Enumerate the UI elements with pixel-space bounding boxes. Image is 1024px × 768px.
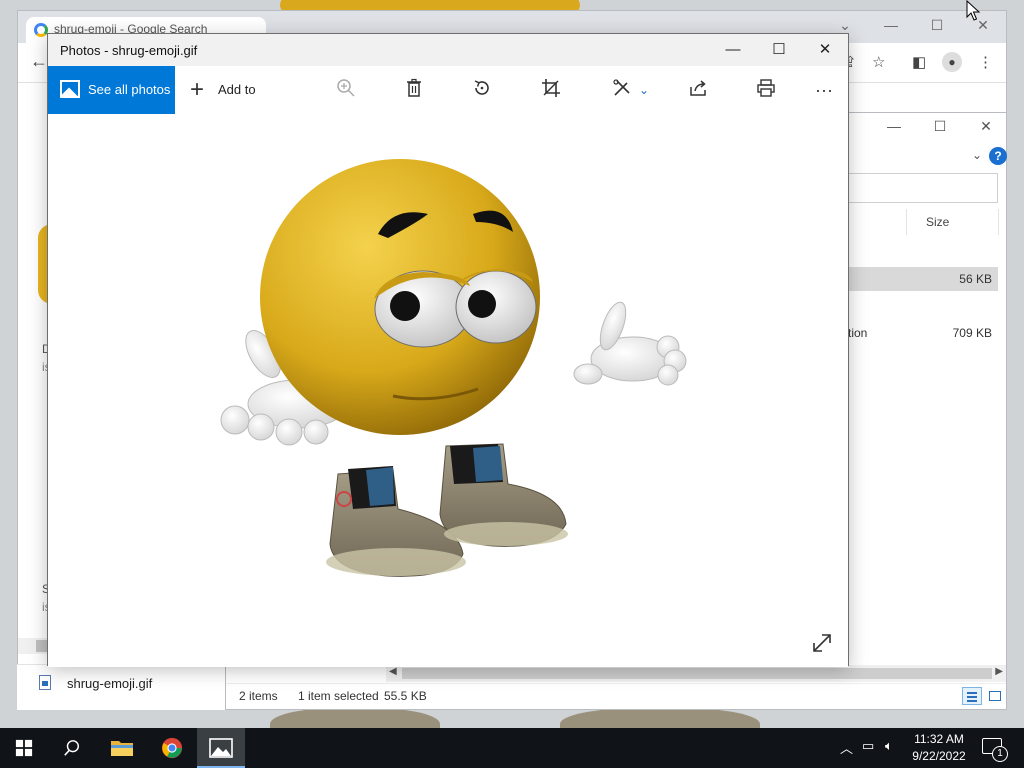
network-icon[interactable]: ▭ bbox=[862, 738, 874, 754]
zoom-in-icon[interactable] bbox=[333, 78, 359, 102]
print-icon[interactable] bbox=[753, 78, 779, 102]
scrollbar-thumb[interactable] bbox=[402, 668, 992, 679]
file-explorer-icon bbox=[111, 741, 133, 756]
bookmark-star-icon[interactable]: ☆ bbox=[872, 53, 885, 71]
delete-trash-icon[interactable] bbox=[401, 78, 427, 102]
scroll-right-icon[interactable]: ▶ bbox=[995, 666, 1003, 677]
see-all-photos-button[interactable]: See all photos bbox=[48, 66, 175, 114]
explorer-maximize-button[interactable]: ☐ bbox=[920, 118, 960, 138]
file-type: tion bbox=[848, 326, 868, 340]
explorer-status-bar: 2 items 1 item selected 55.5 KB bbox=[226, 683, 1006, 709]
search-icon bbox=[64, 740, 80, 756]
file-row-selected[interactable]: 56 KB bbox=[848, 267, 998, 291]
crop-icon[interactable] bbox=[538, 78, 564, 102]
column-separator bbox=[906, 209, 907, 235]
file-row[interactable]: tion 709 KB bbox=[848, 323, 998, 347]
more-options-icon[interactable]: ··· bbox=[811, 78, 837, 102]
explorer-horizontal-scrollbar[interactable]: ◀ ▶ bbox=[386, 665, 1006, 682]
show-hidden-icons-chevron-icon[interactable]: ︿ bbox=[840, 738, 853, 757]
chrome-taskbar-button[interactable] bbox=[148, 728, 196, 768]
notification-count-badge: 1 bbox=[992, 746, 1008, 762]
add-to-button[interactable]: + Add to bbox=[186, 66, 256, 114]
explorer-close-button[interactable]: ✕ bbox=[966, 118, 1006, 138]
explorer-search-input[interactable] bbox=[848, 173, 998, 203]
chrome-icon bbox=[161, 737, 183, 759]
back-button[interactable]: ← bbox=[30, 51, 48, 72]
nav-file-name: shrug-emoji.gif bbox=[67, 676, 153, 691]
start-button[interactable] bbox=[0, 728, 48, 768]
photos-window-title: Photos - shrug-emoji.gif bbox=[60, 43, 198, 58]
chrome-minimize-button[interactable]: — bbox=[876, 17, 906, 37]
ribbon-expand-chevron-icon[interactable]: ⌄ bbox=[972, 148, 982, 162]
photos-titlebar: Photos - shrug-emoji.gif — ☐ ✕ bbox=[48, 34, 848, 66]
profile-avatar-icon[interactable]: ● bbox=[942, 52, 962, 72]
side-panel-icon[interactable]: ◧ bbox=[912, 53, 926, 71]
add-to-label: Add to bbox=[218, 82, 256, 97]
size-column-header[interactable]: Size bbox=[926, 215, 949, 229]
plus-icon: + bbox=[190, 76, 205, 103]
google-icon bbox=[34, 23, 48, 37]
chrome-maximize-button[interactable]: ☐ bbox=[922, 17, 952, 37]
large-icons-view-button[interactable] bbox=[984, 687, 1004, 705]
right-shoe bbox=[439, 443, 568, 547]
windows-icon bbox=[15, 739, 33, 757]
status-selected-size: 55.5 KB bbox=[384, 689, 427, 703]
file-size: 709 KB bbox=[952, 326, 992, 340]
right-glove bbox=[573, 301, 687, 386]
full-screen-icon[interactable] bbox=[810, 631, 834, 655]
photos-icon bbox=[209, 738, 233, 758]
search-button[interactable] bbox=[48, 728, 96, 768]
taskbar: ︿ ▭ 🔈︎ 11:32 AM 9/22/2022 1 bbox=[0, 728, 1024, 768]
file-explorer-taskbar-button[interactable] bbox=[98, 728, 146, 768]
share-icon[interactable] bbox=[685, 78, 711, 102]
volume-icon[interactable]: 🔈︎ bbox=[885, 738, 893, 754]
help-icon[interactable]: ? bbox=[989, 147, 1007, 165]
chrome-menu-icon[interactable]: ⋮ bbox=[978, 53, 993, 71]
photos-toolbar: See all photos + Add to ⌄ ··· bbox=[48, 66, 848, 114]
details-view-button[interactable] bbox=[962, 687, 982, 705]
mouse-cursor-icon bbox=[966, 0, 981, 21]
photos-minimize-button[interactable]: — bbox=[710, 38, 756, 62]
see-all-photos-label: See all photos bbox=[88, 82, 171, 97]
photos-close-button[interactable]: ✕ bbox=[802, 38, 848, 62]
explorer-minimize-button[interactable]: — bbox=[874, 118, 914, 138]
column-separator bbox=[998, 209, 999, 235]
photos-gallery-icon bbox=[60, 80, 80, 98]
photos-taskbar-button[interactable] bbox=[197, 728, 245, 768]
rotate-icon[interactable] bbox=[469, 78, 495, 102]
photos-maximize-button[interactable]: ☐ bbox=[756, 38, 802, 62]
photo-viewer-canvas[interactable] bbox=[48, 114, 848, 667]
image-file-icon bbox=[39, 675, 51, 690]
edit-dropdown-chevron-icon[interactable]: ⌄ bbox=[631, 78, 657, 102]
right-eye bbox=[455, 270, 537, 344]
clock-time[interactable]: 11:32 AM bbox=[906, 732, 972, 746]
scroll-left-icon[interactable]: ◀ bbox=[389, 666, 397, 677]
explorer-nav-file-item[interactable]: shrug-emoji.gif bbox=[17, 664, 225, 710]
status-selected-count: 1 item selected bbox=[298, 689, 379, 703]
photos-window: Photos - shrug-emoji.gif — ☐ ✕ See all p… bbox=[47, 33, 849, 667]
file-size: 56 KB bbox=[959, 272, 992, 286]
status-item-count: 2 items bbox=[239, 689, 278, 703]
clock-date[interactable]: 9/22/2022 bbox=[906, 749, 972, 763]
shrug-emoji-image bbox=[220, 159, 687, 577]
